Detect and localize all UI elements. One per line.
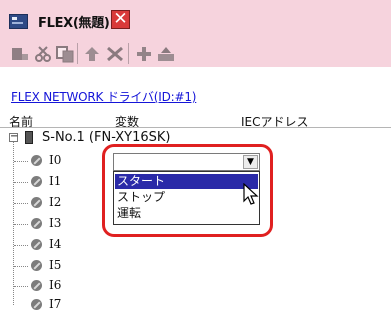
cut-icon[interactable] — [33, 45, 53, 63]
driver-link[interactable]: FLEX NETWORK ドライバ(ID:#1) — [11, 88, 196, 105]
delete-icon[interactable] — [105, 45, 125, 63]
tree-item-input[interactable]: I7 — [49, 297, 61, 311]
tree-item-input[interactable]: I5 — [49, 258, 61, 272]
tree-item-input[interactable]: I6 — [49, 278, 61, 292]
device-icon[interactable] — [10, 45, 30, 63]
tree-connector — [14, 203, 28, 204]
window-app-icon — [9, 14, 28, 29]
toolbar-separator — [77, 43, 78, 64]
toolbar-separator — [128, 43, 129, 64]
add-icon[interactable] — [134, 45, 154, 63]
copy-icon[interactable] — [55, 45, 75, 63]
tree-connector-line — [13, 140, 14, 305]
tree-connector — [14, 182, 28, 183]
device-node-label[interactable]: S-No.1 (FN-XY16SK) — [42, 130, 170, 145]
tree-item-input[interactable]: I2 — [49, 195, 61, 209]
paste-icon[interactable] — [82, 45, 102, 63]
window-title: FLEX(無題) — [38, 16, 110, 31]
tree-item-input[interactable]: I0 — [49, 153, 61, 167]
tree-connector — [14, 266, 28, 267]
input-icon — [31, 176, 42, 187]
tree-connector — [14, 224, 28, 225]
tree-connector — [14, 161, 28, 162]
input-icon — [31, 239, 42, 250]
device-icon — [25, 131, 33, 144]
header-divider — [0, 127, 391, 128]
collapse-toggle[interactable]: − — [9, 132, 18, 142]
tree-connector — [14, 245, 28, 246]
input-icon — [31, 280, 42, 291]
tree-connector — [14, 286, 28, 287]
input-icon — [31, 218, 42, 229]
close-button[interactable]: ✕ — [111, 10, 130, 29]
input-icon — [31, 260, 42, 271]
tree-item-input[interactable]: I4 — [49, 237, 61, 251]
tree-item-input[interactable]: I3 — [49, 216, 61, 230]
move-icon[interactable] — [156, 45, 176, 63]
input-icon — [31, 155, 42, 166]
title-bar: FLEX(無題) ✕ — [0, 0, 391, 40]
tree-item-input[interactable]: I1 — [49, 174, 61, 188]
input-icon — [31, 197, 42, 208]
mouse-pointer-icon — [243, 183, 259, 205]
